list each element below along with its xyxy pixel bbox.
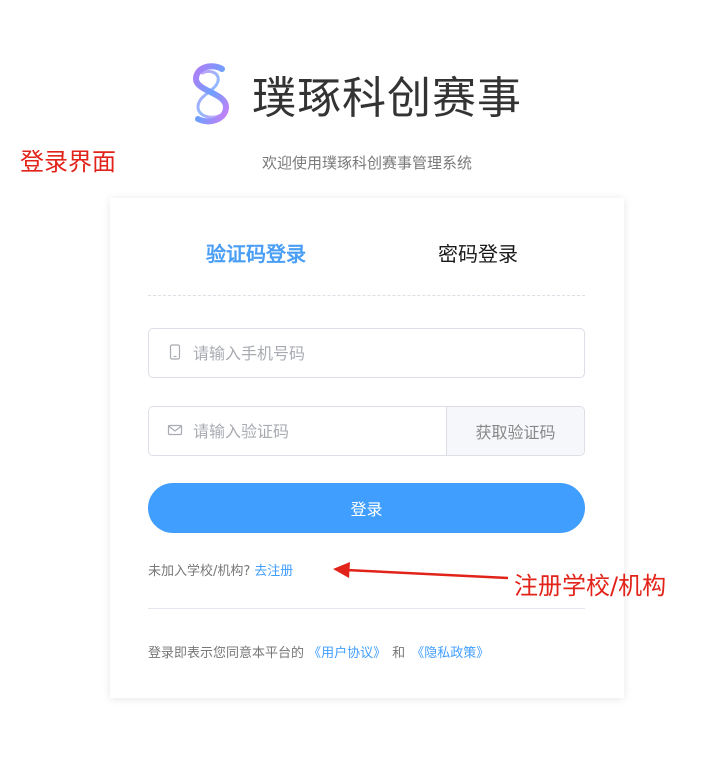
phone-field: [148, 328, 585, 378]
intertwined-s-logo-icon: [192, 63, 230, 125]
code-input[interactable]: [193, 407, 443, 455]
agreement-prefix: 登录即表示您同意本平台的: [148, 646, 305, 661]
phone-input[interactable]: [193, 329, 573, 377]
register-link[interactable]: 去注册: [254, 564, 293, 579]
get-code-button[interactable]: 获取验证码: [446, 407, 584, 455]
agreement-row: 登录即表示您同意本平台的 《用户协议》和《隐私政策》: [148, 642, 489, 661]
tab-sms-login[interactable]: 验证码登录: [206, 238, 306, 267]
tab-password-login[interactable]: 密码登录: [438, 238, 518, 267]
login-tabs: 验证码登录 密码登录: [148, 238, 585, 268]
envelope-icon: [167, 424, 183, 436]
privacy-policy-link[interactable]: 《隐私政策》: [411, 646, 489, 661]
register-row: 未加入学校/机构? 去注册: [148, 560, 293, 579]
login-card: 验证码登录 密码登录 获取验证码 登录 未加入学校/机构?去注册 登录即表示您同…: [110, 198, 624, 698]
red-arrow-icon: [333, 562, 509, 580]
brand-header: 璞琢科创赛事: [188, 60, 522, 128]
agreement-and: 和: [392, 646, 406, 661]
register-prompt: 未加入学校/机构?: [148, 564, 251, 579]
annotation-register-label: 注册学校/机构: [514, 572, 667, 600]
page-subtitle: 欢迎使用璞琢科创赛事管理系统: [261, 154, 472, 172]
footer-divider: [148, 608, 585, 609]
login-button[interactable]: 登录: [148, 483, 585, 533]
tabs-divider: [148, 295, 585, 296]
code-field: 获取验证码: [148, 406, 585, 456]
mobile-phone-icon: [169, 344, 181, 360]
user-agreement-link[interactable]: 《用户协议》: [308, 646, 386, 661]
brand-name: 璞琢科创赛事: [252, 73, 522, 124]
